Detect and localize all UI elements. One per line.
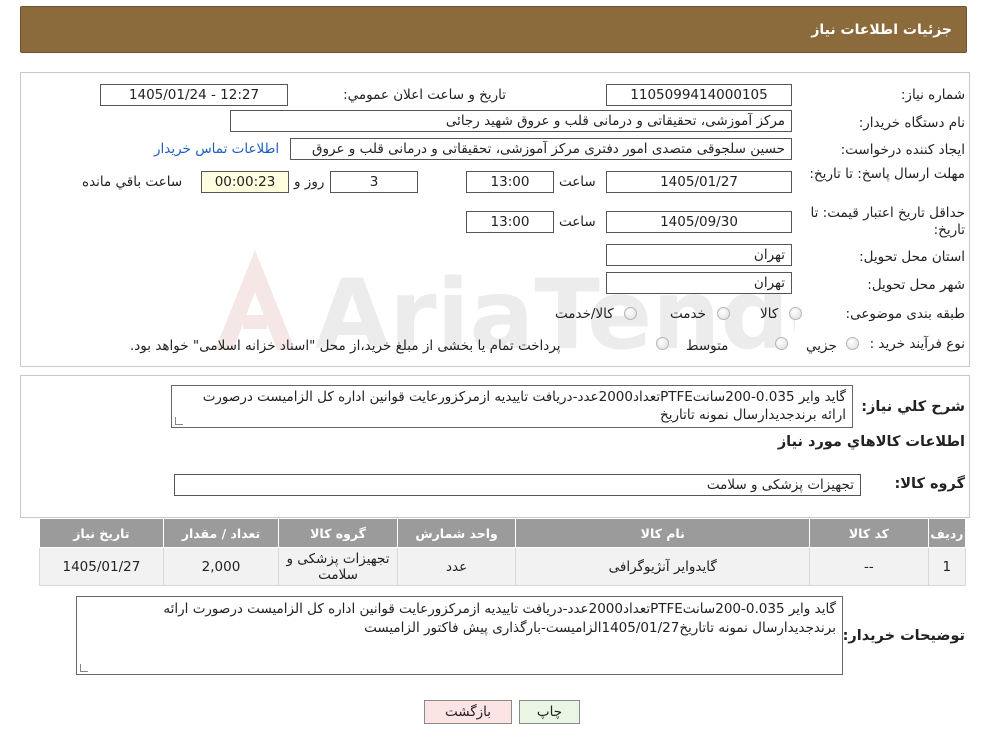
process-medium-radio[interactable] bbox=[775, 337, 788, 350]
validity-date-field: 1405/09/30 bbox=[606, 211, 792, 233]
back-button[interactable]: بازگشت bbox=[424, 700, 512, 724]
table-row: 1 -- گایدوایر آنژیوگرافی عدد تجهیزات پزش… bbox=[39, 547, 967, 586]
cell-name: گایدوایر آنژیوگرافی bbox=[515, 547, 811, 586]
cell-qty: 2,000 bbox=[162, 547, 280, 586]
buyer-contact-link[interactable]: اطلاعات تماس خريدار bbox=[154, 141, 279, 157]
col-unit: واحد شمارش bbox=[396, 518, 517, 548]
col-row: رديف bbox=[927, 518, 967, 548]
province-label: استان محل تحويل: bbox=[859, 249, 965, 265]
province-field: تهران bbox=[606, 244, 792, 266]
announce-field: 1405/01/24 - 12:27 bbox=[100, 84, 288, 106]
cell-row: 1 bbox=[927, 547, 967, 586]
days-label: روز و bbox=[294, 174, 325, 190]
category-goods-service-radio[interactable] bbox=[624, 307, 637, 320]
process-medium-label: متوسط bbox=[686, 338, 729, 354]
cell-group: تجهیزات پزشکی و سلامت bbox=[278, 547, 398, 586]
description-text: گاید وایر 0.035-200سانتPTFEتعداد2000عدد-… bbox=[202, 389, 846, 423]
remaining-label: ساعت باقي مانده bbox=[82, 174, 183, 190]
need-number-field: 1105099414000105 bbox=[606, 84, 792, 106]
category-service-radio[interactable] bbox=[717, 307, 730, 320]
goods-group-label: گروه کالا: bbox=[894, 476, 965, 492]
col-date: تاريخ نياز bbox=[39, 518, 164, 548]
description-label: شرح کلي نياز: bbox=[861, 399, 965, 415]
category-label: طبقه بندی موضوعی: bbox=[845, 306, 965, 322]
city-label: شهر محل تحويل: bbox=[867, 277, 965, 293]
deadline-label: مهلت ارسال پاسخ: تا تاريخ: bbox=[809, 166, 965, 182]
resize-grip-icon[interactable] bbox=[80, 664, 88, 672]
buyer-notes-label: توضيحات خريدار: bbox=[842, 628, 965, 644]
print-button[interactable]: چاپ bbox=[519, 700, 580, 724]
deadline-time-label: ساعت bbox=[559, 174, 596, 190]
cell-unit: عدد bbox=[396, 547, 517, 586]
remaining-time-field: 00:00:23 bbox=[201, 171, 289, 193]
items-table-header: رديف کد کالا نام کالا واحد شمارش گروه کا… bbox=[39, 518, 967, 548]
creator-label: ايجاد کننده درخواست: bbox=[840, 142, 965, 158]
description-textarea[interactable]: گاید وایر 0.035-200سانتPTFEتعداد2000عدد-… bbox=[171, 385, 853, 428]
announce-label: تاریخ و ساعت اعلان عمومي: bbox=[343, 87, 506, 103]
deadline-date-field: 1405/01/27 bbox=[606, 171, 792, 193]
buyer-org-label: نام دستگاه خريدار: bbox=[858, 115, 965, 131]
city-field: تهران bbox=[606, 272, 792, 294]
category-goods-service-label: کالا/خدمت bbox=[555, 306, 614, 322]
resize-grip-icon[interactable] bbox=[175, 417, 183, 425]
buyer-notes-text: گاید وایر 0.035-200سانتPTFEتعداد2000عدد-… bbox=[163, 601, 836, 636]
buyer-org-field: مرکز آموزشی، تحقیقاتی و درمانی قلب و عرو… bbox=[230, 110, 792, 132]
cell-date: 1405/01/27 bbox=[39, 547, 164, 586]
col-group: گروه کالا bbox=[278, 518, 398, 548]
category-goods-radio[interactable] bbox=[789, 307, 802, 320]
buyer-notes-textarea[interactable]: گاید وایر 0.035-200سانتPTFEتعداد2000عدد-… bbox=[76, 596, 843, 675]
col-name: نام کالا bbox=[515, 518, 811, 548]
treasury-checkbox-radio[interactable] bbox=[656, 337, 669, 350]
validity-label: حداقل تاريخ اعتبار قيمت: تا تاريخ: bbox=[810, 205, 965, 238]
col-code: کد کالا bbox=[809, 518, 929, 548]
creator-field: حسین سلجوقی متصدی امور دفتری مرکز آموزشی… bbox=[290, 138, 792, 160]
page-header: جزئیات اطلاعات نیاز bbox=[20, 6, 967, 53]
cell-code: -- bbox=[809, 547, 929, 586]
process-minor-radio[interactable] bbox=[846, 337, 859, 350]
goods-section-title: اطلاعات کالاهاي مورد نياز bbox=[777, 434, 965, 450]
days-count-field: 3 bbox=[330, 171, 418, 193]
validity-time-label: ساعت bbox=[559, 214, 596, 230]
items-table: رديف کد کالا نام کالا واحد شمارش گروه کا… bbox=[39, 518, 967, 586]
process-minor-label: جزيي bbox=[806, 338, 837, 354]
deadline-time-field: 13:00 bbox=[466, 171, 554, 193]
process-label: نوع فرآيند خريد : bbox=[869, 336, 965, 352]
col-qty: تعداد / مقدار bbox=[162, 518, 280, 548]
validity-time-field: 13:00 bbox=[466, 211, 554, 233]
category-goods-label: کالا bbox=[760, 306, 779, 322]
goods-group-field: تجهیزات پزشکی و سلامت bbox=[174, 474, 861, 496]
page-title: جزئیات اطلاعات نیاز bbox=[811, 21, 952, 38]
process-note: پرداخت تمام یا بخشی از مبلغ خرید،از محل … bbox=[130, 338, 561, 354]
need-number-label: شماره نیاز: bbox=[900, 87, 965, 103]
category-service-label: خدمت bbox=[670, 306, 706, 322]
